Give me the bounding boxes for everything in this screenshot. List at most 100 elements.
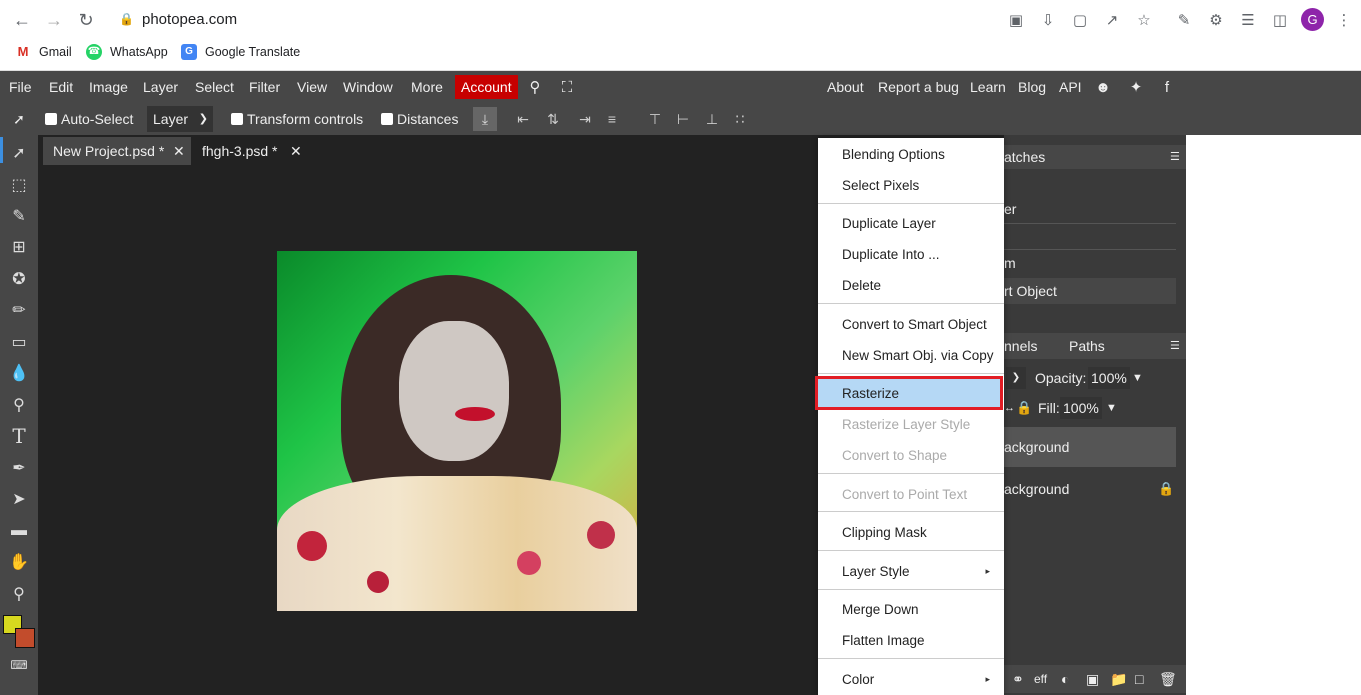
align-bottom-icon[interactable]: ⊥ — [703, 110, 721, 128]
distances-checkbox[interactable] — [381, 113, 393, 125]
menu-flatten-image[interactable]: Flatten Image — [818, 625, 1004, 656]
menu-image[interactable]: Image — [89, 71, 128, 103]
fill-value[interactable]: 100% — [1060, 397, 1102, 419]
facebook-icon[interactable]: f — [1157, 77, 1177, 97]
account-button[interactable]: Account — [455, 75, 518, 99]
text-tool-icon[interactable]: T — [7, 424, 31, 448]
close-icon[interactable]: ✕ — [171, 137, 191, 165]
download-icon[interactable]: ⇩ — [1038, 10, 1058, 30]
align-middle-icon[interactable]: ⊢ — [674, 110, 692, 128]
folder-icon[interactable]: 📁 — [1110, 665, 1127, 693]
brush-tool-icon[interactable]: ✏ — [7, 298, 31, 322]
auto-select-checkbox[interactable] — [45, 113, 57, 125]
effects-icon[interactable]: eff — [1034, 665, 1047, 693]
menu-convert-smart-object[interactable]: Convert to Smart Object — [818, 309, 1004, 340]
opacity-dropdown-icon[interactable]: ▼ — [1132, 367, 1143, 389]
menu-report-bug[interactable]: Report a bug — [878, 71, 959, 103]
panel-menu-icon[interactable]: ☰ — [1170, 145, 1180, 169]
twitter-icon[interactable]: ✦ — [1126, 77, 1146, 97]
keyboard-icon[interactable]: ⌨ — [7, 653, 31, 677]
menu-delete[interactable]: Delete — [818, 270, 1004, 301]
bookmark-gmail[interactable]: M Gmail — [15, 44, 72, 60]
image-canvas[interactable] — [277, 251, 637, 611]
crop-tool-icon[interactable]: ⊞ — [7, 235, 31, 259]
zoom-tool-icon[interactable]: ⚲ — [7, 582, 31, 606]
menu-merge-down[interactable]: Merge Down — [818, 594, 1004, 625]
tab-paths[interactable]: Paths — [1069, 333, 1105, 359]
eyedropper-icon[interactable]: ✎ — [1174, 10, 1194, 30]
menu-select-pixels[interactable]: Select Pixels — [818, 170, 1004, 201]
search-icon[interactable]: ⚲ — [525, 77, 545, 97]
menu-blending-options[interactable]: Blending Options — [818, 139, 1004, 170]
quick-select-tool-icon[interactable]: ✎ — [7, 204, 31, 228]
align-top-icon[interactable]: ⊤ — [646, 110, 664, 128]
menu-api[interactable]: API — [1059, 71, 1082, 103]
menu-file[interactable]: File — [9, 71, 32, 103]
document-icon[interactable]: ▢ — [1070, 10, 1090, 30]
share-icon[interactable]: ↗ — [1102, 10, 1122, 30]
transform-controls-checkbox[interactable] — [231, 113, 243, 125]
adjustment-icon[interactable]: ◐ — [1061, 665, 1069, 693]
gradient-tool-icon[interactable]: ▭ — [7, 330, 31, 354]
distribute-icon[interactable]: ≡ — [603, 110, 621, 128]
reload-icon[interactable]: ↻ — [75, 9, 97, 31]
distribute-horizontal-icon[interactable]: ∷ — [731, 110, 749, 128]
bookmark-whatsapp[interactable]: ☎ WhatsApp — [86, 44, 168, 60]
layer-select[interactable]: Layer ❯ — [147, 106, 213, 132]
fill-dropdown-icon[interactable]: ▼ — [1106, 397, 1117, 419]
menu-window[interactable]: Window — [343, 71, 393, 103]
more-vert-icon[interactable]: ⋮ — [1334, 10, 1354, 30]
menu-edit[interactable]: Edit — [49, 71, 73, 103]
pen-tool-icon[interactable]: ✒ — [7, 456, 31, 480]
marquee-tool-icon[interactable]: ⬚ — [7, 173, 31, 197]
layer-row-selected[interactable]: ackground — [1004, 427, 1176, 467]
align-center-icon[interactable]: ⇅ — [544, 110, 562, 128]
opacity-value[interactable]: 100% — [1088, 367, 1130, 389]
align-right-icon[interactable]: ⇥ — [576, 110, 594, 128]
menu-rasterize[interactable]: Rasterize — [818, 378, 1004, 409]
menu-more[interactable]: More — [411, 71, 443, 103]
bookmark-star-icon[interactable]: ☆ — [1134, 10, 1154, 30]
sidepanel-icon[interactable]: ◫ — [1270, 10, 1290, 30]
close-icon[interactable]: ✕ — [290, 137, 310, 165]
menu-clipping-mask[interactable]: Clipping Mask — [818, 517, 1004, 548]
menu-duplicate-layer[interactable]: Duplicate Layer — [818, 208, 1004, 239]
tab-channels[interactable]: nnels — [1004, 338, 1037, 354]
menu-filter[interactable]: Filter — [249, 71, 280, 103]
menu-layer[interactable]: Layer — [143, 71, 178, 103]
layer-row[interactable]: ackground 🔒 — [1004, 469, 1176, 509]
forward-icon[interactable]: → — [43, 9, 65, 31]
menu-new-smart-obj-copy[interactable]: New Smart Obj. via Copy — [818, 340, 1004, 371]
history-item-active[interactable]: rt Object — [1004, 278, 1176, 304]
fullscreen-icon[interactable]: ⛶ — [557, 77, 577, 97]
lock-transparent-icon[interactable]: ↔ — [1004, 397, 1015, 419]
move-tool-icon[interactable]: ➚ — [10, 110, 28, 128]
rectangle-tool-icon[interactable]: ▬ — [7, 519, 31, 543]
menu-layer-style[interactable]: Layer Style ▸ — [818, 556, 1004, 587]
bookmark-google-translate[interactable]: G Google Translate — [181, 44, 300, 60]
avatar[interactable]: G — [1301, 8, 1324, 31]
menu-learn[interactable]: Learn — [970, 71, 1006, 103]
swatches-title[interactable]: atches — [1004, 149, 1045, 165]
menu-duplicate-into[interactable]: Duplicate Into ... — [818, 239, 1004, 270]
history-item[interactable]: m — [1004, 255, 1176, 271]
menu-about[interactable]: About — [827, 71, 864, 103]
menu-blog[interactable]: Blog — [1018, 71, 1046, 103]
dodge-tool-icon[interactable]: ⚲ — [7, 393, 31, 417]
path-select-tool-icon[interactable]: ➤ — [7, 487, 31, 511]
menu-view[interactable]: View — [297, 71, 327, 103]
save-page-icon[interactable]: ▣ — [1006, 10, 1026, 30]
reddit-icon[interactable]: ☻ — [1093, 77, 1113, 97]
panel-menu-icon[interactable]: ☰ — [1170, 333, 1180, 359]
new-layer-icon[interactable]: □ — [1135, 665, 1143, 693]
blur-tool-icon[interactable]: 💧 — [7, 361, 31, 385]
align-left-icon[interactable]: ⇤ — [514, 110, 532, 128]
extensions-icon[interactable]: ⚙ — [1206, 10, 1226, 30]
trash-icon[interactable]: 🗑 — [1159, 665, 1177, 693]
move-tool-icon[interactable]: ➚ — [7, 141, 31, 165]
address-bar[interactable]: photopea.com — [142, 11, 237, 28]
history-item[interactable]: er — [1004, 201, 1176, 217]
lock-icon[interactable]: 🔒 — [1016, 397, 1032, 419]
media-icon[interactable]: ☰ — [1238, 10, 1258, 30]
back-icon[interactable]: ← — [11, 9, 33, 31]
